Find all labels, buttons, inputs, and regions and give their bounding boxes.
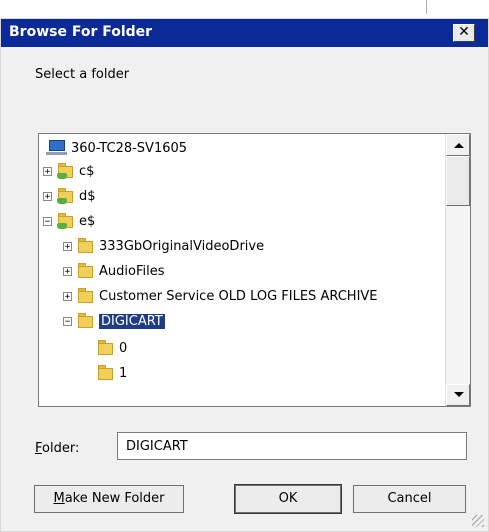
tree-item-folder[interactable]: 1: [97, 362, 127, 384]
tree-item-label: 1: [119, 365, 128, 381]
arrow-down-icon: [454, 392, 464, 397]
folder-icon: [77, 263, 95, 279]
tree-item-folder[interactable]: 0: [97, 337, 127, 359]
ok-button[interactable]: OK: [234, 484, 342, 514]
folder-icon: [77, 288, 95, 304]
tree-item-folder[interactable]: + AudioFiles: [63, 260, 164, 282]
collapse-toggle[interactable]: −: [43, 216, 52, 226]
tree-item-label: 360-TC28-SV1605: [71, 140, 188, 156]
tree-item-folder[interactable]: + Customer Service OLD LOG FILES ARCHIVE: [63, 285, 378, 307]
scroll-down-button[interactable]: [446, 384, 470, 406]
cancel-button[interactable]: Cancel: [353, 485, 466, 513]
tree-item-label: AudioFiles: [99, 263, 165, 279]
close-icon: ✕: [458, 24, 470, 40]
browse-for-folder-dialog: Browse For Folder ✕ Select a folder 360-…: [0, 18, 489, 532]
expand-toggle[interactable]: +: [43, 166, 52, 176]
folder-input[interactable]: [117, 432, 467, 460]
folder-icon: [97, 365, 115, 381]
tree-item-label: e$: [79, 213, 96, 229]
folder-icon: [97, 340, 115, 356]
folder-tree[interactable]: 360-TC28-SV1605 + c$ + d$ − e$ + 333GbOr…: [38, 133, 471, 407]
tree-item-d-share[interactable]: + d$: [43, 185, 96, 207]
tree-item-label: DIGICART: [98, 312, 166, 330]
resize-grip[interactable]: [472, 515, 484, 527]
expand-toggle[interactable]: +: [63, 291, 72, 301]
tree-item-label: 333GbOriginalVideoDrive: [99, 238, 265, 254]
vertical-scrollbar[interactable]: [445, 134, 470, 406]
tree-item-computer[interactable]: 360-TC28-SV1605: [45, 137, 187, 159]
folder-field-label: Folder:: [35, 441, 80, 456]
expand-toggle[interactable]: +: [43, 191, 52, 201]
arrow-up-icon: [454, 143, 464, 148]
tree-item-label: 0: [119, 340, 128, 356]
tree-item-label: c$: [79, 163, 95, 179]
tree-item-folder-selected[interactable]: − DIGICART: [63, 310, 166, 332]
folder-icon: [77, 313, 95, 329]
tree-item-e-share[interactable]: − e$: [43, 210, 95, 232]
close-button[interactable]: ✕: [453, 24, 475, 42]
collapse-toggle[interactable]: −: [63, 316, 72, 326]
tree-item-label: d$: [79, 188, 96, 204]
tree-item-label: Customer Service OLD LOG FILES ARCHIVE: [99, 288, 378, 304]
scroll-up-button[interactable]: [446, 134, 470, 156]
title-bar[interactable]: Browse For Folder ✕: [1, 19, 488, 47]
computer-icon: [45, 140, 67, 156]
shared-drive-icon: [57, 213, 75, 229]
shared-drive-icon: [57, 163, 75, 179]
expand-toggle[interactable]: +: [63, 241, 72, 251]
background-window-edge: [426, 0, 427, 14]
folder-icon: [77, 238, 95, 254]
tree-item-folder[interactable]: + 333GbOriginalVideoDrive: [63, 235, 264, 257]
tree-item-c-share[interactable]: + c$: [43, 160, 94, 182]
scrollbar-thumb[interactable]: [446, 156, 470, 206]
expand-toggle[interactable]: +: [63, 266, 72, 276]
shared-drive-icon: [57, 188, 75, 204]
dialog-title: Browse For Folder: [9, 24, 153, 40]
make-new-folder-button[interactable]: Make New Folder: [34, 485, 184, 513]
instruction-text: Select a folder: [35, 67, 130, 82]
